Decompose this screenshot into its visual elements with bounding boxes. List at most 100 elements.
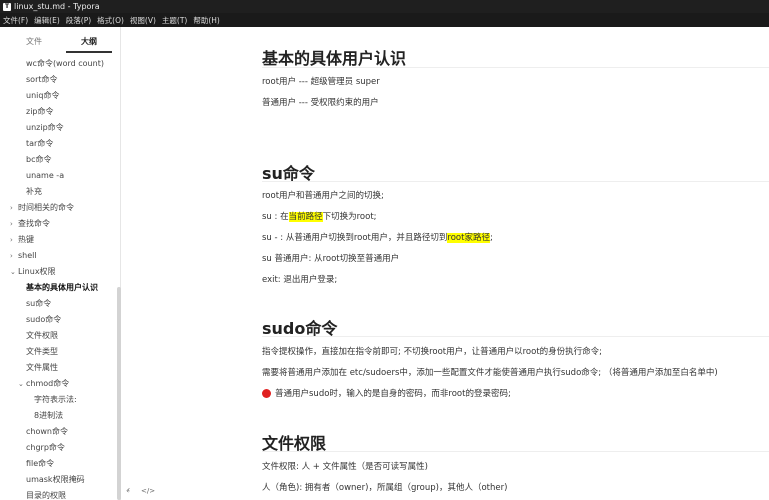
chevron-right-icon[interactable]: › xyxy=(10,249,18,263)
text-run: 普通用户sudo时，输入的是自身的密码，而非root的登录密码; xyxy=(275,389,511,399)
heading-basic-users: 基本的具体用户认识 xyxy=(262,49,407,68)
window-title: linux_stu.md - Typora xyxy=(14,2,100,11)
menu-file[interactable]: 文件(F) xyxy=(3,15,28,26)
outline-item-label: 基本的具体用户认识 xyxy=(26,283,98,292)
outline-item[interactable]: bc命令 xyxy=(26,153,51,167)
paragraph: 普通用户 --- 受权限约束的用户 xyxy=(262,98,379,108)
paragraph: 指令提权操作，直接加在指令前即可; 不切换root用户，让普通用户以root的身… xyxy=(262,347,603,357)
outline-item-label: chmod命令 xyxy=(26,379,70,388)
menu-edit[interactable]: 编辑(E) xyxy=(34,15,60,26)
outline-item-label: 文件类型 xyxy=(26,347,58,356)
outline-item[interactable]: uniq命令 xyxy=(26,89,59,103)
outline-item[interactable]: 字符表示法: xyxy=(34,393,77,407)
red-circle-icon xyxy=(262,389,271,398)
outline-item[interactable]: › 时间相关的命令 xyxy=(10,201,74,215)
heading-divider xyxy=(262,336,769,337)
outline-item[interactable]: su命令 xyxy=(26,297,51,311)
outline-item[interactable]: ⌄ chmod命令 xyxy=(18,377,69,391)
outline-item-label: tar命令 xyxy=(26,139,54,148)
sidebar-footer: ‹ xyxy=(0,485,130,500)
outline-item-label: 时间相关的命令 xyxy=(18,203,74,212)
outline-item-label: uname -a xyxy=(26,171,65,180)
text-run: 下切换为root; xyxy=(322,212,377,222)
outline-item-label: 补充 xyxy=(26,187,42,196)
tab-files[interactable]: 文件 xyxy=(14,35,54,53)
menu-theme[interactable]: 主题(T) xyxy=(162,15,187,26)
outline-item-label: 热键 xyxy=(18,235,34,244)
outline-item-label: file命令 xyxy=(26,459,55,468)
text-run: ; xyxy=(489,233,493,243)
outline-item[interactable]: ⌄ Linux权限 xyxy=(10,265,56,279)
outline-item-label: su命令 xyxy=(26,299,52,308)
paragraph: su - : 从普通用户切换到root用户，并且路径切到root家路径; xyxy=(262,231,493,243)
paragraph: 普通用户sudo时，输入的是自身的密码，而非root的登录密码; xyxy=(262,387,511,399)
sidebar: 文件 大纲 wc命令(word count) sort命令 uniq命令 zip… xyxy=(0,27,130,500)
outline-item-label: 查找命令 xyxy=(18,219,50,228)
outline-item[interactable]: sort命令 xyxy=(26,73,58,87)
outline-item[interactable]: chgrp命令 xyxy=(26,441,65,455)
outline-item[interactable]: tar命令 xyxy=(26,137,53,151)
outline-item-active[interactable]: 基本的具体用户认识 xyxy=(26,281,98,295)
outline-item[interactable]: 文件属性 xyxy=(26,361,58,375)
chevron-right-icon[interactable]: › xyxy=(10,233,18,247)
editor[interactable]: 基本的具体用户认识 root用户 --- 超级管理员 super 普通用户 --… xyxy=(122,27,769,500)
outline-item[interactable]: sudo命令 xyxy=(26,313,61,327)
outline-item[interactable]: › 热键 xyxy=(10,233,34,247)
outline-item[interactable]: wc命令(word count) xyxy=(26,57,104,71)
tab-outline[interactable]: 大纲 xyxy=(66,35,112,53)
outline-item-label: 文件属性 xyxy=(26,363,58,372)
paragraph: su 普通用户: 从root切换至普通用户 xyxy=(262,254,400,264)
outline-item-label: zip命令 xyxy=(26,107,54,116)
outline-item[interactable]: 补充 xyxy=(26,185,42,199)
paragraph: root用户 --- 超级管理员 super xyxy=(262,77,380,87)
menu-paragraph[interactable]: 段落(P) xyxy=(66,15,91,26)
title-bar: T linux_stu.md - Typora xyxy=(0,0,769,13)
outline-item[interactable]: chown命令 xyxy=(26,425,68,439)
highlight: root家路径 xyxy=(447,233,490,243)
outline-item-label: Linux权限 xyxy=(18,267,56,276)
outline-item-label: shell xyxy=(18,251,37,260)
outline-item-label: 8进制法 xyxy=(34,411,64,420)
outline-item[interactable]: unzip命令 xyxy=(26,121,64,135)
outline-item[interactable]: zip命令 xyxy=(26,105,54,119)
outline-item-label: 字符表示法: xyxy=(34,395,77,404)
paragraph: 文件权限: 人 + 文件属性（是否可读写属性) xyxy=(262,462,428,472)
outline-item[interactable]: › 查找命令 xyxy=(10,217,50,231)
outline-item-label: unzip命令 xyxy=(26,123,64,132)
outline-item-label: umask权限掩码 xyxy=(26,475,85,484)
outline-item-label: sort命令 xyxy=(26,75,58,84)
typora-app-icon: T xyxy=(3,2,11,11)
outline-item-label: sudo命令 xyxy=(26,315,62,324)
outline-item[interactable]: 8进制法 xyxy=(34,409,63,423)
menu-help[interactable]: 帮助(H) xyxy=(193,15,220,26)
heading-divider xyxy=(262,451,769,452)
outline-item-label: chgrp命令 xyxy=(26,443,65,452)
chevron-right-icon[interactable]: › xyxy=(10,217,18,231)
chevron-down-icon[interactable]: ⌄ xyxy=(10,265,18,279)
heading-divider xyxy=(262,181,769,182)
heading-divider xyxy=(262,67,769,68)
paragraph: 需要将普通用户添加在 etc/sudoers中，添加一些配置文件才能使普通用户执… xyxy=(262,368,718,378)
outline-item-label: bc命令 xyxy=(26,155,52,164)
menu-format[interactable]: 格式(O) xyxy=(97,15,124,26)
outline-item[interactable]: › shell xyxy=(10,249,37,263)
outline-item[interactable]: uname -a xyxy=(26,169,64,183)
paragraph: 人（角色): 拥有者（owner)，所属组（group)，其他人（other) xyxy=(262,483,508,493)
menu-bar: 文件(F) 编辑(E) 段落(P) 格式(O) 视图(V) 主题(T) 帮助(H… xyxy=(0,13,769,27)
outline-item[interactable]: 文件类型 xyxy=(26,345,58,359)
paragraph: su : 在当前路径下切换为root; xyxy=(262,210,377,222)
paragraph: root用户和普通用户之间的切换; xyxy=(262,191,384,201)
text-run: su : 在 xyxy=(262,212,289,222)
outline-item[interactable]: file命令 xyxy=(26,457,54,471)
chevron-right-icon[interactable]: › xyxy=(10,201,18,215)
sidebar-scrollbar[interactable] xyxy=(117,287,121,500)
outline-item-label: 文件权限 xyxy=(26,331,58,340)
text-run: su - : 从普通用户切换到root用户，并且路径切到 xyxy=(262,233,448,243)
outline-item[interactable]: 文件权限 xyxy=(26,329,58,343)
sidebar-tabs: 文件 大纲 xyxy=(0,35,121,53)
chevron-down-icon[interactable]: ⌄ xyxy=(18,377,26,391)
outline-item-label: wc命令(word count) xyxy=(26,59,104,68)
outline-item-label: uniq命令 xyxy=(26,91,60,100)
menu-view[interactable]: 视图(V) xyxy=(130,15,156,26)
outline-item-label: chown命令 xyxy=(26,427,68,436)
